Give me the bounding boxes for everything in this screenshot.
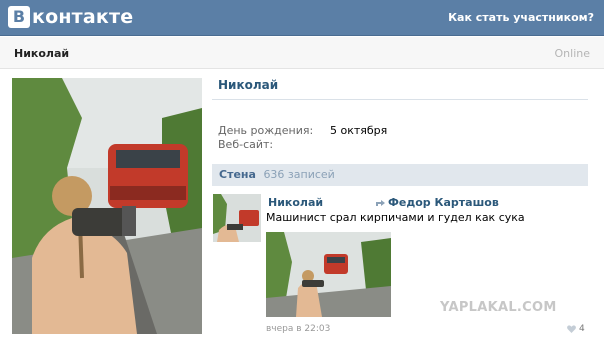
site-header: В контакте Как стать участником? — [0, 0, 604, 36]
wall-count: 636 записей — [263, 168, 335, 181]
post-target-name: Федор Карташов — [388, 196, 499, 209]
post-author[interactable]: Николай — [268, 196, 323, 209]
like-count: 4 — [579, 324, 585, 334]
wall-title: Стена — [219, 168, 256, 181]
website-label: Веб-сайт: — [218, 138, 274, 151]
profile-avatar[interactable] — [12, 78, 202, 334]
website-row: Веб-сайт: — [218, 138, 273, 151]
wall-header[interactable]: Стена 636 записей — [212, 164, 588, 186]
profile-name-top: Николай — [14, 47, 70, 60]
birthday-value[interactable]: 5 октября — [330, 124, 387, 137]
profile-name-bar: Николай Online — [0, 37, 604, 69]
watermark: YAPLAKAL.COM — [440, 300, 557, 315]
post-time[interactable]: вчера в 22:03 — [266, 324, 330, 334]
like-button[interactable]: 4 — [567, 324, 585, 334]
post-photo — [266, 232, 391, 317]
post-image[interactable] — [266, 232, 391, 317]
info-divider — [212, 99, 588, 100]
heart-icon — [567, 325, 576, 333]
logo-text: контакте — [32, 6, 134, 28]
post-text: Машинист срал кирпичами и гудел как сука — [266, 211, 525, 224]
logo-letter: В — [8, 6, 30, 28]
birthday-row: День рождения: 5 октября — [218, 124, 387, 137]
vk-logo[interactable]: В контакте — [8, 6, 133, 28]
post-thumb-photo — [213, 194, 261, 242]
post-target[interactable]: Федор Карташов — [376, 196, 499, 209]
avatar-photo — [12, 78, 202, 334]
join-link[interactable]: Как стать участником? — [448, 11, 594, 24]
birthday-label: День рождения: — [218, 124, 314, 137]
post-author-thumb[interactable] — [213, 194, 261, 242]
share-arrow-icon — [376, 199, 385, 206]
profile-name: Николай — [218, 78, 279, 92]
online-status: Online — [554, 47, 590, 60]
